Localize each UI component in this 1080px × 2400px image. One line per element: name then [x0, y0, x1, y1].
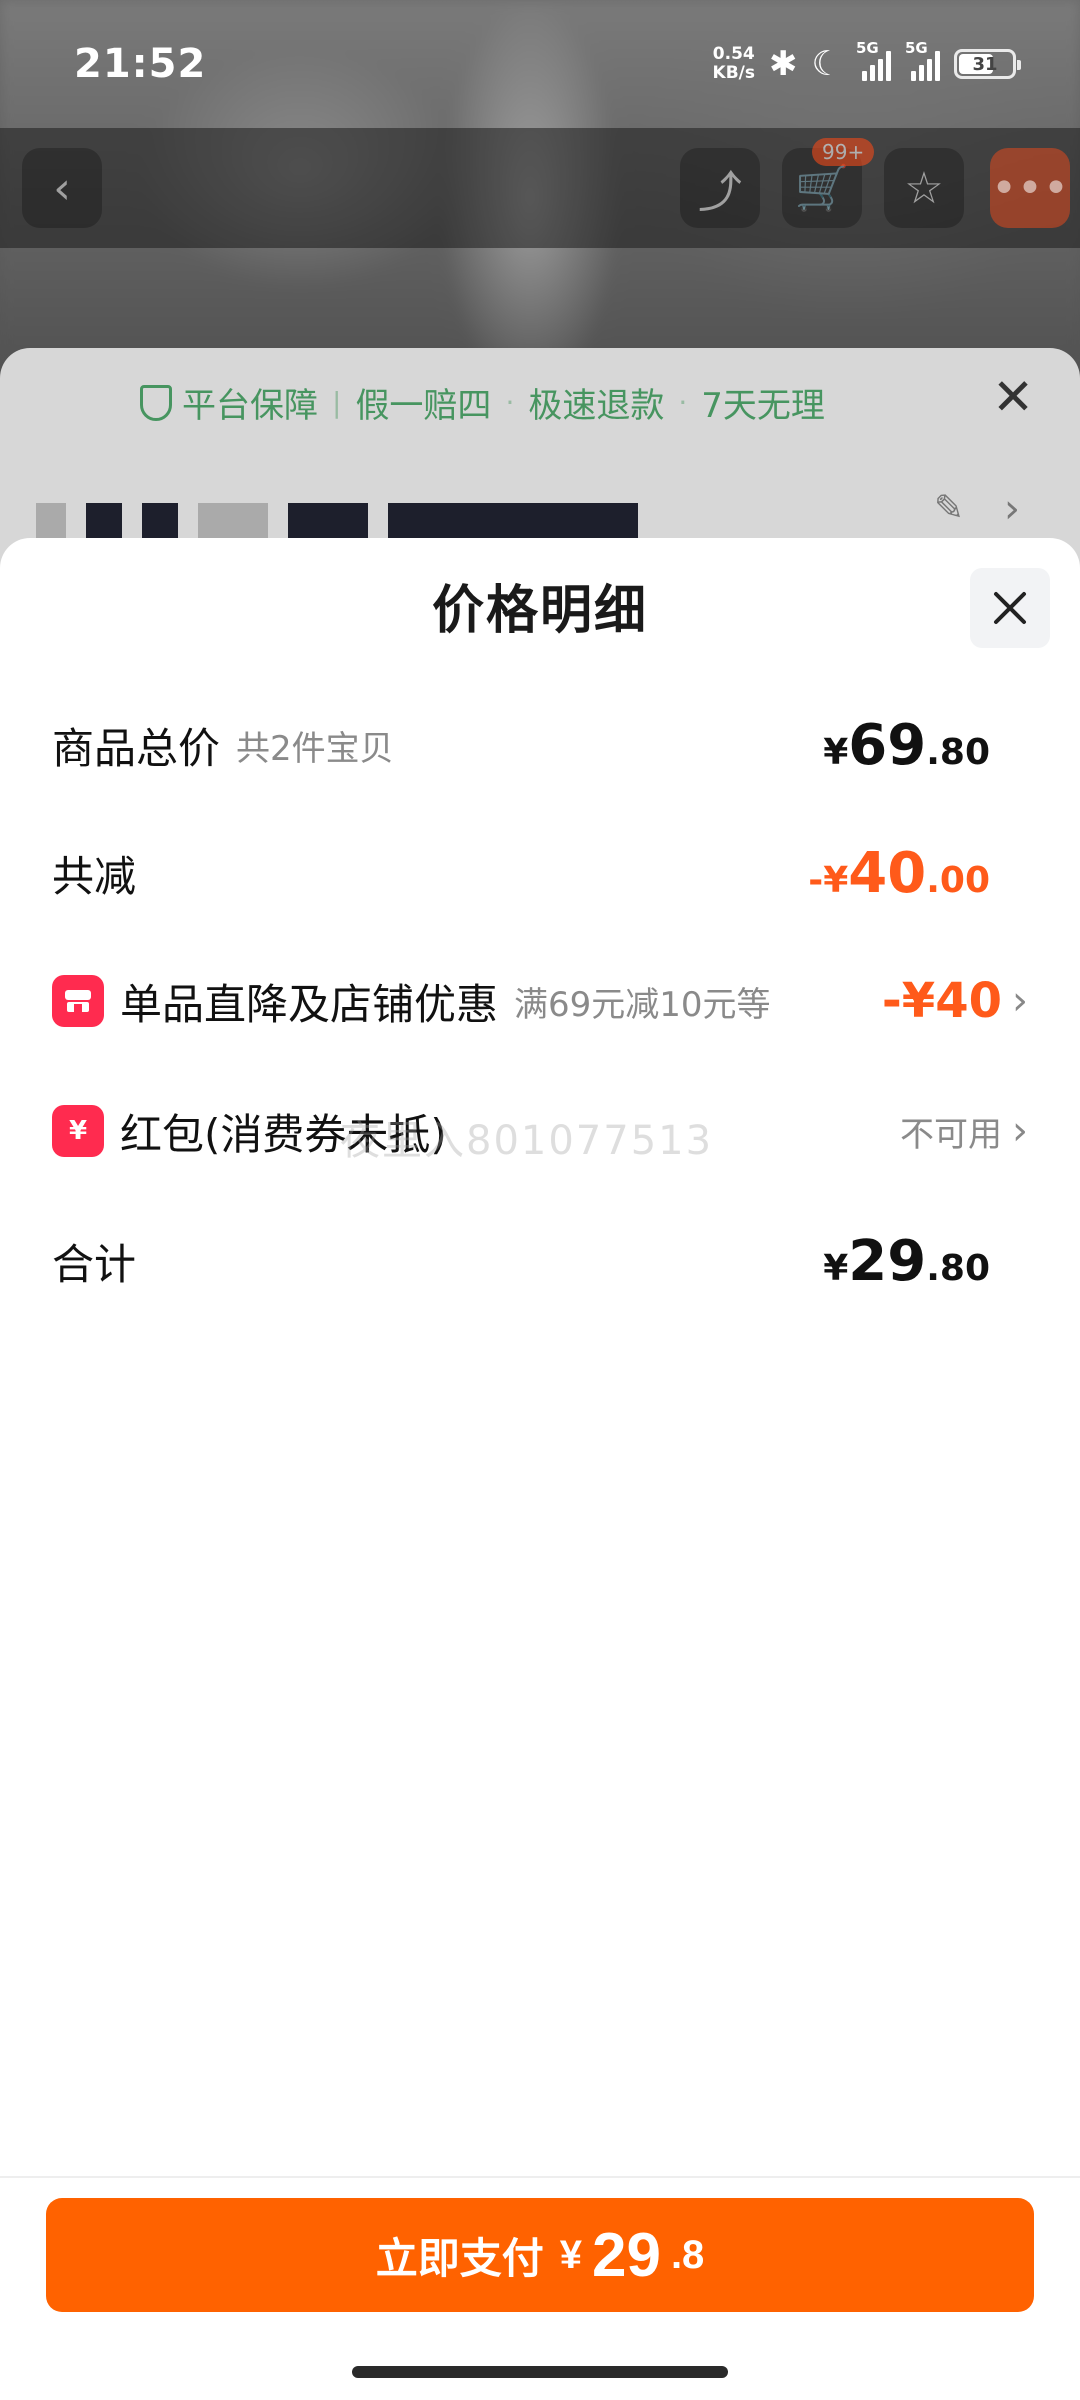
total-row: 合计 ¥ 29 .80: [52, 1226, 1028, 1296]
total-value: ¥ 29 .80: [823, 1228, 990, 1294]
more-icon[interactable]: •••: [990, 148, 1070, 228]
store-icon: [52, 975, 104, 1027]
subtotal-row: 商品总价 共2件宝贝 ¥ 69 .80: [52, 710, 1028, 780]
signal-icon: 5G: [856, 39, 891, 81]
favorite-star-icon[interactable]: ☆: [884, 148, 964, 228]
total-discount-label: 共减: [52, 851, 137, 901]
total-discount-row: 共减 - ¥ 40 .00: [52, 838, 1028, 908]
chevron-right-icon: ›: [1012, 978, 1028, 1024]
chevron-right-icon[interactable]: ›: [1004, 486, 1020, 532]
store-discount-row[interactable]: 单品直降及店铺优惠 满69元减10元等 -¥40 ›: [52, 966, 1028, 1036]
bluetooth-icon: ✱: [769, 44, 798, 84]
share-icon[interactable]: ⤴: [680, 148, 760, 228]
cart-badge: 99+: [812, 138, 875, 166]
red-packet-icon: ¥: [52, 1105, 104, 1157]
close-icon[interactable]: ✕: [992, 372, 1034, 422]
store-discount-label: 单品直降及店铺优惠: [120, 979, 499, 1029]
subtotal-label: 商品总价: [52, 723, 221, 773]
status-bar: 21:52 0.54 KB/s ✱ ☾ 5G 5G 31: [0, 0, 1080, 128]
watermark: 夜里入801077513: [340, 1118, 714, 1164]
total-discount-value: - ¥ 40 .00: [808, 840, 990, 906]
signal-icon: 5G: [905, 39, 940, 81]
red-packet-status: 不可用: [900, 1114, 1002, 1155]
status-time: 21:52: [74, 41, 207, 87]
platform-guarantee: 平台保障 | 假一赔四 · 极速退款 · 7天无理: [140, 378, 825, 427]
store-discount-value: -¥40: [881, 973, 1002, 1029]
edit-icon[interactable]: ✎: [934, 488, 964, 529]
pay-now-button[interactable]: 立即支付 ¥ 29.8: [46, 2198, 1034, 2312]
pay-label: 立即支付: [375, 2234, 544, 2282]
bottom-divider: [0, 2176, 1080, 2178]
shield-icon: [140, 384, 172, 421]
store-discount-desc: 满69元减10元等: [514, 984, 771, 1025]
subtotal-value: ¥ 69 .80: [823, 712, 990, 778]
price-detail-sheet: 价格明细 商品总价 共2件宝贝 ¥ 69 .80 共减 - ¥ 40 .00 单…: [0, 538, 1080, 2400]
home-indicator[interactable]: [352, 2366, 728, 2378]
do-not-disturb-icon: ☾: [811, 44, 842, 84]
close-button[interactable]: [970, 568, 1050, 648]
sheet-title: 价格明细: [431, 581, 648, 641]
close-icon: [994, 592, 1026, 624]
net-speed: 0.54 KB/s: [712, 44, 756, 83]
status-icons: 0.54 KB/s ✱ ☾ 5G 5G 31: [712, 39, 1021, 84]
battery-icon: 31: [954, 49, 1021, 79]
product-nav-bar: ‹ ⤴ 🛒 99+ ☆ •••: [0, 128, 1080, 248]
item-count: 共2件宝贝: [236, 728, 394, 769]
back-icon[interactable]: ‹: [22, 148, 102, 228]
total-label: 合计: [52, 1239, 137, 1289]
chevron-right-icon: ›: [1012, 1108, 1028, 1154]
